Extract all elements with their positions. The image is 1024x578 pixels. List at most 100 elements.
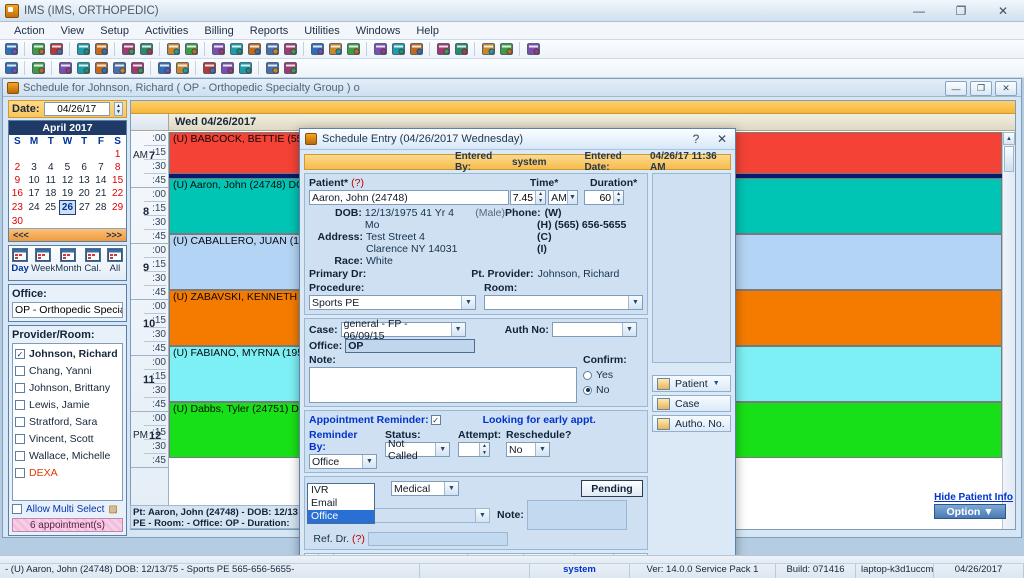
- quarter-15[interactable]: :15: [144, 146, 166, 160]
- ref-dr-input[interactable]: [367, 532, 508, 546]
- quarter-15[interactable]: :15: [144, 258, 166, 272]
- confirm-no-radio[interactable]: [583, 385, 592, 395]
- quarter-45[interactable]: :45: [144, 174, 166, 188]
- scroll-up-button[interactable]: ▲: [1003, 132, 1015, 145]
- option-button[interactable]: Option ▼: [934, 504, 1007, 519]
- calendar-day-16[interactable]: 16: [9, 187, 26, 201]
- view-mode-cal[interactable]: Cal.: [82, 246, 104, 280]
- eligibility-insurance-select[interactable]: ▼: [360, 507, 490, 523]
- provider-checkbox[interactable]: [15, 383, 25, 393]
- confirm-yes-radio[interactable]: [583, 370, 592, 380]
- quarter-30[interactable]: :30: [144, 328, 166, 342]
- scroll-thumb[interactable]: [1004, 146, 1014, 172]
- document-search-icon[interactable]: [120, 41, 137, 57]
- note-icon[interactable]: [183, 41, 200, 57]
- quarter-45[interactable]: :45: [144, 286, 166, 300]
- dropdown-option-email[interactable]: Email: [308, 497, 374, 510]
- reschedule-select[interactable]: No ▼: [506, 442, 550, 457]
- back-icon[interactable]: [372, 41, 389, 57]
- link-icon[interactable]: [30, 60, 47, 76]
- clipboard-icon[interactable]: [498, 41, 515, 57]
- provider-checkbox[interactable]: [15, 434, 25, 444]
- calendar-day-7[interactable]: 7: [93, 161, 110, 174]
- quarter-00[interactable]: :00: [144, 188, 166, 202]
- payment-icon[interactable]: [228, 41, 245, 57]
- inbox-icon[interactable]: [435, 41, 452, 57]
- date-selector[interactable]: Date: 04/26/17 ▲ ▼: [8, 100, 127, 118]
- calendar-first-button[interactable]: <<: [13, 230, 24, 240]
- last-record-icon[interactable]: [111, 60, 128, 76]
- menu-billing[interactable]: Billing: [196, 24, 241, 38]
- chevron-down-icon[interactable]: ▼: [628, 296, 642, 309]
- date-input[interactable]: 04/26/17: [43, 102, 110, 116]
- provider-row-3[interactable]: Lewis, Jamie: [15, 397, 120, 414]
- view-mode-day[interactable]: Day: [9, 246, 31, 280]
- encounter-icon[interactable]: [165, 41, 182, 57]
- calendar-day-11[interactable]: 11: [42, 174, 59, 187]
- help-icon[interactable]: [264, 60, 281, 76]
- provider-row-4[interactable]: Stratford, Sara: [15, 414, 120, 431]
- calendar-day-17[interactable]: 17: [26, 187, 43, 201]
- pending-button[interactable]: Pending: [581, 480, 643, 497]
- report-chart-icon[interactable]: [480, 41, 497, 57]
- calendar-day-6[interactable]: 6: [76, 161, 93, 174]
- binoculars-icon[interactable]: [3, 60, 20, 76]
- patient-icon[interactable]: [3, 41, 20, 57]
- time-spinner[interactable]: ▲ ▼: [535, 191, 546, 204]
- bar-chart-icon[interactable]: [219, 60, 236, 76]
- calendar-last-button[interactable]: >>: [111, 230, 122, 240]
- scheduler-icon[interactable]: [327, 41, 344, 57]
- next-record-icon[interactable]: [93, 60, 110, 76]
- case-side-button[interactable]: Case: [652, 395, 731, 412]
- time-input[interactable]: 7.45 ▲ ▼: [510, 190, 547, 205]
- schedule-minimize-button[interactable]: —: [945, 81, 967, 96]
- eligibility-type-select[interactable]: Medical ▼: [391, 481, 459, 496]
- attempt-input[interactable]: ▲ ▼: [458, 442, 490, 457]
- calendar-day-26[interactable]: 26: [58, 200, 77, 215]
- refresh-icon[interactable]: [390, 41, 407, 57]
- quarter-00[interactable]: :00: [144, 132, 166, 146]
- calendar-day-18[interactable]: 18: [42, 187, 59, 201]
- world-refresh-icon[interactable]: [408, 41, 425, 57]
- case-select[interactable]: general - FP - 06/09/15 ▼: [340, 318, 466, 342]
- calendar-day-2[interactable]: 2: [9, 161, 26, 174]
- calendar-icon[interactable]: [309, 41, 326, 57]
- status-select[interactable]: Not Called ▼: [385, 438, 450, 462]
- sync-icon[interactable]: [201, 60, 218, 76]
- clipboard2-icon[interactable]: [174, 60, 191, 76]
- note-textarea[interactable]: [309, 367, 577, 403]
- outbox-icon[interactable]: [453, 41, 470, 57]
- attempt-spinner[interactable]: ▲ ▼: [479, 443, 489, 456]
- menu-view[interactable]: View: [53, 24, 93, 38]
- schedule-entry-dialog[interactable]: Schedule Entry (04/26/2017 Wednesday) ? …: [299, 128, 736, 578]
- close-button[interactable]: ✕: [982, 0, 1024, 22]
- quarter-15[interactable]: :15: [144, 370, 166, 384]
- calendar-day-13[interactable]: 13: [76, 174, 93, 187]
- provider-checkbox[interactable]: [15, 400, 25, 410]
- dropdown-option-office[interactable]: Office: [308, 510, 374, 523]
- chevron-down-icon[interactable]: ▼: [450, 323, 465, 336]
- calendar-day-4[interactable]: 4: [42, 161, 59, 174]
- quarter-00[interactable]: :00: [144, 300, 166, 314]
- calendar-day-24[interactable]: 24: [26, 201, 43, 215]
- schedule-close-button[interactable]: ✕: [995, 81, 1017, 96]
- chevron-down-icon[interactable]: ▼: [461, 296, 475, 309]
- provider-row-6[interactable]: Wallace, Michelle: [15, 448, 120, 465]
- ref-dr-help-icon[interactable]: (?): [352, 533, 365, 545]
- quarter-45[interactable]: :45: [144, 342, 166, 356]
- hide-patient-info-link[interactable]: Hide Patient Info: [934, 492, 1013, 503]
- calendar-day-20[interactable]: 20: [76, 187, 93, 201]
- date-spinner[interactable]: ▲ ▼: [114, 102, 123, 116]
- menu-windows[interactable]: Windows: [348, 24, 409, 38]
- patient-edit-icon[interactable]: [48, 41, 65, 57]
- chevron-down-icon[interactable]: ▼: [475, 508, 489, 522]
- chevron-down-icon[interactable]: ▼: [621, 323, 636, 336]
- view-mode-month[interactable]: Month: [55, 246, 82, 280]
- calendar-day-12[interactable]: 12: [59, 174, 76, 187]
- provider-checkbox[interactable]: [15, 417, 25, 427]
- procedure-select[interactable]: Sports PE ▼: [309, 295, 476, 310]
- dropdown-option-ivr[interactable]: IVR: [308, 484, 374, 497]
- open-folder-icon[interactable]: [75, 41, 92, 57]
- dialog-help-button[interactable]: ?: [683, 129, 709, 150]
- quarter-30[interactable]: :30: [144, 384, 166, 398]
